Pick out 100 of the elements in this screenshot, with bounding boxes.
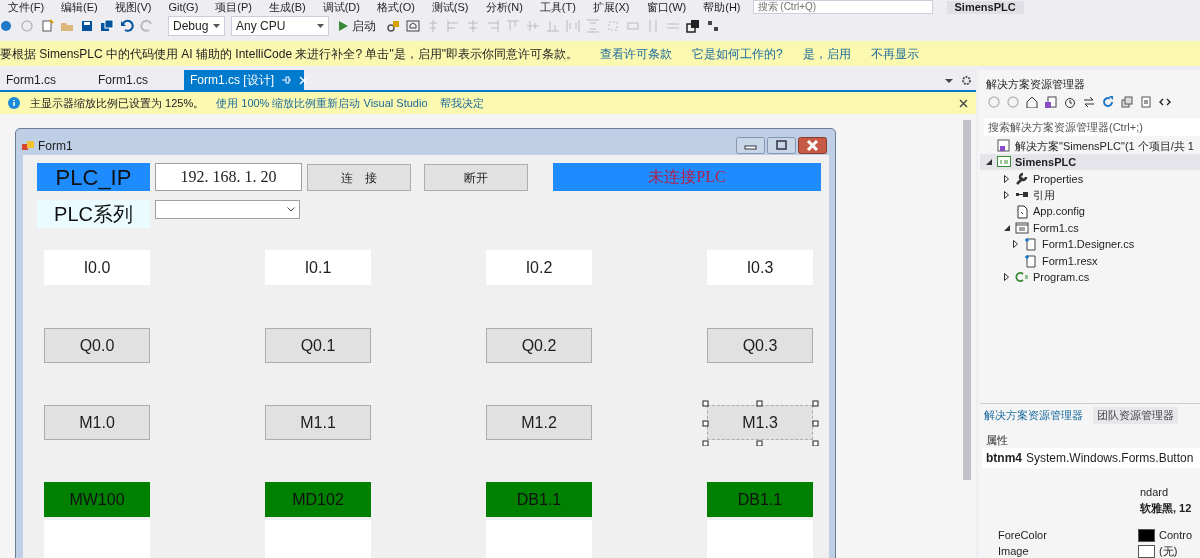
- document-tab[interactable]: Form1.cs: [92, 70, 184, 90]
- menu-item[interactable]: 工具(T): [539, 0, 576, 14]
- tree-item[interactable]: Form1.resx: [1042, 252, 1098, 270]
- link[interactable]: 使用 100% 缩放比例重新启动 Visual Studio: [216, 94, 428, 112]
- start-button[interactable]: 启动: [335, 17, 380, 35]
- link[interactable]: 帮我决定: [439, 94, 484, 112]
- code-icon[interactable]: [1159, 96, 1171, 108]
- caret-icon[interactable]: [317, 24, 324, 28]
- value-button[interactable]: DB1.1: [707, 482, 813, 517]
- link[interactable]: 查看许可条款: [599, 44, 672, 63]
- wrench-icon: [1015, 171, 1029, 186]
- settings-icon[interactable]: [961, 75, 972, 86]
- menu-item[interactable]: 编辑(E): [61, 0, 98, 14]
- property-name: ForeColor: [998, 528, 1047, 543]
- collapsed-arrow-icon[interactable]: [1004, 174, 1009, 183]
- toggle-button[interactable]: M1.2: [486, 405, 592, 440]
- caret-icon[interactable]: [213, 24, 220, 28]
- collapsed-arrow-icon[interactable]: [1004, 191, 1009, 200]
- info-icon[interactable]: [8, 97, 20, 109]
- value-button[interactable]: MD102: [265, 482, 371, 517]
- panel-tab[interactable]: 团队资源管理器: [1093, 407, 1178, 424]
- toggle-button[interactable]: Q0.3: [707, 328, 813, 363]
- property-value[interactable]: (无): [1159, 543, 1178, 558]
- pin-icon[interactable]: [282, 75, 291, 85]
- value-button[interactable]: DB1.1: [486, 482, 592, 517]
- search-field[interactable]: 搜索 (Ctrl+Q): [752, 0, 933, 14]
- toggle-button[interactable]: M1.0: [44, 405, 150, 440]
- close-icon[interactable]: [798, 137, 827, 154]
- tree-item[interactable]: Form1.cs: [1033, 219, 1079, 237]
- tree-item[interactable]: Properties: [1033, 170, 1084, 188]
- close-icon[interactable]: [959, 98, 968, 108]
- bring-front-icon[interactable]: [686, 19, 700, 33]
- link[interactable]: 它是如何工作的?: [691, 44, 783, 63]
- notification-text: 主显示器缩放比例已设置为 125%。: [30, 95, 205, 111]
- dropdown[interactable]: Debug: [168, 16, 225, 36]
- property-value[interactable]: Contro: [1159, 527, 1193, 544]
- tree-item[interactable]: Program.cs: [1033, 268, 1090, 286]
- property-name: Image: [998, 544, 1029, 558]
- tree-item[interactable]: 引用: [1033, 186, 1055, 204]
- find-icon[interactable]: [386, 19, 400, 33]
- toggle-button[interactable]: Q0.0: [44, 328, 150, 363]
- new-item-icon[interactable]: [40, 19, 54, 33]
- property-value[interactable]: ndard: [1140, 484, 1169, 501]
- toggle-button[interactable]: Q0.2: [486, 328, 592, 363]
- caret-icon[interactable]: [945, 78, 953, 83]
- play-icon[interactable]: [339, 21, 348, 31]
- scrollbar[interactable]: [963, 120, 971, 480]
- menu-item[interactable]: 项目(P): [215, 0, 252, 14]
- toggle-button[interactable]: Q0.1: [265, 328, 371, 363]
- history-icon[interactable]: [1064, 96, 1076, 108]
- tree-item[interactable]: App.config: [1033, 203, 1085, 220]
- disconnect-button[interactable]: 断开: [424, 164, 528, 191]
- refresh-icon[interactable]: [1102, 96, 1114, 108]
- chevron-down-icon[interactable]: [287, 207, 295, 212]
- menu-item[interactable]: 调试(D): [322, 0, 360, 14]
- tree-item[interactable]: 解决方案"SimensPLC"(1 个项目/共 1: [1015, 137, 1194, 155]
- minimize-icon[interactable]: [736, 137, 765, 154]
- switch-view-icon[interactable]: [1045, 96, 1057, 108]
- collapsed-arrow-icon[interactable]: [1013, 240, 1018, 249]
- expanded-arrow-icon[interactable]: [985, 159, 992, 166]
- link[interactable]: 不再显示: [870, 44, 919, 63]
- ip-input-field[interactable]: 192. 168. 1. 20: [155, 163, 302, 191]
- collapse-icon[interactable]: [1121, 96, 1133, 108]
- toggle-button[interactable]: M1.1: [265, 405, 371, 440]
- document-tab[interactable]: Form1.cs: [0, 70, 92, 90]
- file-icon: [1024, 237, 1038, 252]
- menu-item[interactable]: 扩展(X): [592, 0, 630, 14]
- expanded-arrow-icon[interactable]: [1003, 225, 1010, 231]
- menu-item[interactable]: 帮助(H): [703, 0, 741, 14]
- property-value[interactable]: 软雅黑, 12: [1140, 500, 1192, 517]
- dropdown[interactable]: Any CPU: [231, 16, 329, 36]
- menu-item[interactable]: 窗口(W): [646, 0, 687, 14]
- menu-item[interactable]: 文件(F): [8, 0, 45, 14]
- solution-icon: [997, 139, 1011, 153]
- connect-button[interactable]: 连 接: [307, 164, 411, 191]
- maximize-icon[interactable]: [767, 137, 796, 154]
- menu-item[interactable]: 格式(O): [376, 0, 415, 14]
- menu-item[interactable]: 测试(S): [431, 0, 469, 14]
- toggle-button[interactable]: M1.3: [707, 405, 813, 440]
- link[interactable]: 是，启用: [802, 44, 851, 63]
- solution-name: SimensPLC: [946, 0, 1024, 14]
- sync-icon[interactable]: [1083, 96, 1095, 108]
- form-icon[interactable]: [22, 140, 34, 152]
- undo-icon[interactable]: [120, 19, 134, 33]
- object-name: btnm4: [986, 450, 1022, 467]
- menu-item[interactable]: 视图(V): [114, 0, 152, 14]
- tab-order-icon[interactable]: [706, 19, 720, 33]
- search-field[interactable]: 搜索解决方案资源管理器(Ctrl+;): [984, 118, 1200, 136]
- selection-handles-icon[interactable]: [701, 399, 819, 446]
- copy-icon[interactable]: [1140, 96, 1152, 108]
- save-icon[interactable]: [80, 19, 94, 33]
- document-tab[interactable]: Form1.cs [设计]: [184, 70, 304, 90]
- tree-item[interactable]: Form1.Designer.cs: [1042, 236, 1135, 253]
- menu-item[interactable]: 分析(N): [485, 0, 523, 14]
- collapsed-arrow-icon[interactable]: [1004, 273, 1009, 282]
- menu-item[interactable]: Git(G): [168, 0, 199, 14]
- value-button[interactable]: MW100: [44, 482, 150, 517]
- menu-item[interactable]: 生成(B): [269, 0, 306, 14]
- config-file-icon: [1015, 204, 1029, 219]
- save-all-icon[interactable]: [100, 19, 114, 33]
